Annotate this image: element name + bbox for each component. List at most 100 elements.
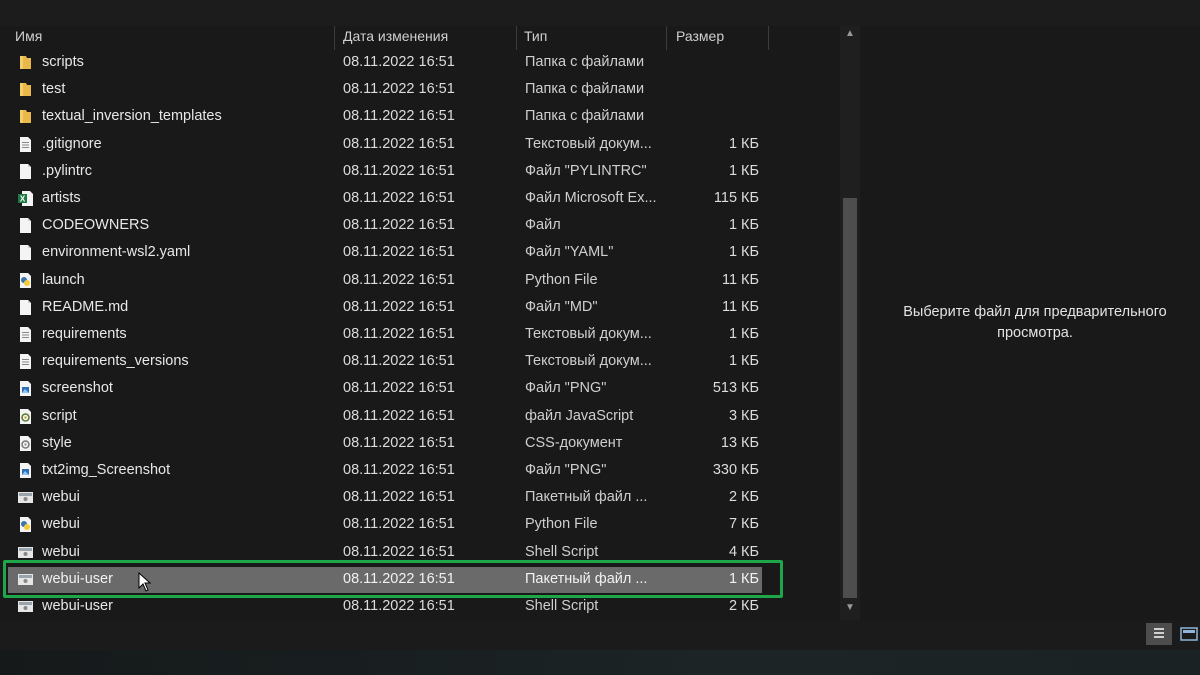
script-file-icon: [17, 408, 34, 425]
details-view-button[interactable]: [1146, 623, 1172, 645]
column-size-header[interactable]: Размер: [676, 26, 724, 48]
scrollbar-thumb[interactable]: [843, 198, 857, 598]
file-row[interactable]: .pylintrc 08.11.2022 16:51 Файл "PYLINTRC"…: [0, 158, 840, 185]
file-size: 3 КБ: [728, 407, 759, 424]
selection-highlight-frame: [3, 560, 783, 598]
file-icon: [17, 163, 34, 180]
file-size: 13 КБ: [720, 434, 759, 451]
file-type: Python File: [525, 271, 598, 288]
folder-icon: [17, 108, 34, 125]
css-file-icon: [17, 435, 34, 452]
file-name: txt2img_Screenshot: [42, 462, 171, 478]
file-size: 115 КБ: [713, 190, 759, 206]
file-row[interactable]: README.md 08.11.2022 16:51 Файл "MD" 11 КБ: [0, 294, 840, 321]
file-size: 1 КБ: [728, 135, 759, 152]
column-divider[interactable]: [334, 26, 335, 50]
file-size: 11 КБ: [721, 298, 759, 315]
status-bar: [0, 620, 1200, 650]
text-file-icon: [17, 136, 34, 153]
file-name: script: [42, 407, 77, 424]
file-name: CODEOWNERS: [42, 217, 150, 234]
vertical-scrollbar[interactable]: ▲ ▼: [840, 26, 860, 620]
file-size: 1 КБ: [728, 326, 759, 342]
file-date: 08.11.2022 16:51: [343, 244, 455, 261]
column-divider[interactable]: [768, 26, 769, 50]
file-date: 08.11.2022 16:51: [343, 326, 455, 342]
file-name: README.md: [42, 298, 129, 315]
text-file-icon: [17, 353, 34, 370]
top-bar: [0, 0, 1200, 26]
file-row[interactable]: requirements_versions 08.11.2022 16:51 Тек…: [0, 348, 840, 375]
file-type: Папка с файлами: [525, 108, 645, 125]
file-date: 08.11.2022 16:51: [343, 462, 455, 478]
file-size: 11 КБ: [721, 271, 759, 288]
file-date: 08.11.2022 16:51: [343, 81, 455, 98]
file-type: Файл "YAML": [525, 244, 614, 261]
file-date: 08.11.2022 16:51: [343, 271, 455, 288]
file-name: environment-wsl2.yaml: [42, 244, 191, 261]
file-type: Папка с файлами: [525, 54, 645, 70]
file-name: textual_inversion_templates: [42, 108, 222, 125]
file-type: Файл "MD": [525, 298, 598, 315]
file-type: Файл "PNG": [525, 462, 607, 478]
file-size: 513 КБ: [712, 380, 759, 397]
column-date-header[interactable]: Дата изменения: [343, 26, 448, 48]
file-row[interactable]: Xartists 08.11.2022 16:51 Файл Microsoft E…: [0, 185, 840, 212]
file-date: 08.11.2022 16:51: [343, 353, 455, 370]
batch-file-icon: [17, 598, 34, 615]
file-row[interactable]: textual_inversion_templates 08.11.2022 16…: [0, 103, 840, 130]
file-date: 08.11.2022 16:51: [343, 135, 455, 152]
tiles-view-button[interactable]: [1176, 623, 1200, 645]
scroll-up-icon[interactable]: ▲: [840, 26, 860, 42]
file-row[interactable]: webui 08.11.2022 16:51 Пакетный файл ... 2 …: [0, 484, 840, 511]
column-name-header[interactable]: Имя: [15, 26, 42, 48]
file-name: scripts: [42, 54, 84, 70]
file-row[interactable]: .gitignore 08.11.2022 16:51 Текстовый доку…: [0, 131, 840, 158]
file-icon: [17, 299, 34, 316]
file-date: 08.11.2022 16:51: [343, 489, 455, 506]
file-size: 1 КБ: [728, 162, 759, 179]
details-view-icon: [1154, 628, 1164, 638]
file-name: artists: [42, 190, 81, 206]
file-row[interactable]: style 08.11.2022 16:51 CSS-документ 13 КБ: [0, 430, 840, 457]
file-list-pane: Имя Дата изменения Тип Размер scripts 08.…: [0, 26, 840, 620]
file-size: 1 КБ: [728, 217, 759, 234]
file-date: 08.11.2022 16:51: [343, 380, 455, 397]
file-row[interactable]: test 08.11.2022 16:51 Папка с файлами: [0, 76, 840, 103]
file-name: webui: [42, 516, 80, 533]
preview-pane: Выберите файл для предварительного просм…: [860, 26, 1200, 620]
file-type: Файл "PNG": [525, 380, 607, 397]
file-row[interactable]: txt2img_Screenshot 08.11.2022 16:51 Файл "…: [0, 457, 840, 484]
file-type: Файл "PYLINTRC": [525, 162, 647, 179]
mouse-cursor-icon: [138, 572, 152, 592]
file-row[interactable]: screenshot 08.11.2022 16:51 Файл "PNG" 513 …: [0, 375, 840, 402]
scroll-down-icon[interactable]: ▼: [840, 600, 860, 616]
file-row[interactable]: webui 08.11.2022 16:51 Python File 7 КБ: [0, 511, 840, 538]
column-divider[interactable]: [516, 26, 517, 50]
column-type-header[interactable]: Тип: [524, 26, 547, 48]
file-name: launch: [42, 271, 85, 288]
file-row[interactable]: environment-wsl2.yaml 08.11.2022 16:51 Фай…: [0, 239, 840, 266]
file-row[interactable]: CODEOWNERS 08.11.2022 16:51 Файл 1 КБ: [0, 212, 840, 239]
svg-text:X: X: [20, 195, 26, 204]
image-file-icon: [17, 462, 34, 479]
file-type: файл JavaScript: [525, 407, 634, 424]
file-date: 08.11.2022 16:51: [343, 407, 455, 424]
file-name: .pylintrc: [42, 162, 92, 179]
column-divider[interactable]: [666, 26, 667, 50]
file-type: Файл: [525, 217, 561, 234]
file-row[interactable]: requirements 08.11.2022 16:51 Текстовый до…: [0, 321, 840, 348]
file-type: Python File: [525, 516, 598, 533]
file-row[interactable]: script 08.11.2022 16:51 файл JavaScript 3 К…: [0, 403, 840, 430]
excel-file-icon: X: [17, 190, 34, 207]
file-name: .gitignore: [42, 135, 102, 152]
file-icon: [17, 217, 34, 234]
file-icon: [17, 244, 34, 261]
file-row[interactable]: launch 08.11.2022 16:51 Python File 11 КБ: [0, 267, 840, 294]
file-date: 08.11.2022 16:51: [343, 217, 455, 234]
python-file-icon: [17, 516, 34, 533]
file-type: Текстовый докум...: [525, 135, 652, 152]
image-file-icon: [17, 380, 34, 397]
file-row[interactable]: scripts 08.11.2022 16:51 Папка с файлами: [0, 49, 840, 76]
file-date: 08.11.2022 16:51: [343, 108, 455, 125]
